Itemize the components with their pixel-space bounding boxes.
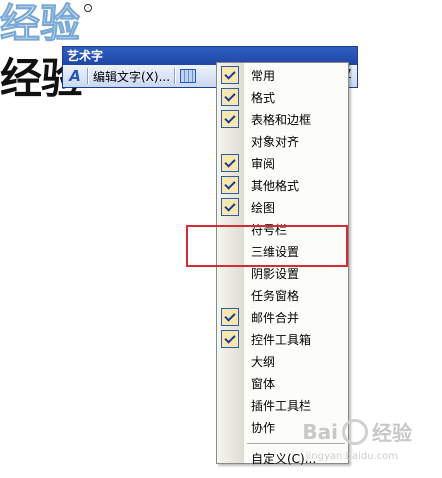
menu-item-label: 阴影设置 [251,267,300,281]
watermark-url: jingyan.baidu.com [305,451,398,462]
menu-item-label: 邮件合并 [251,311,300,325]
check-icon [221,66,239,84]
checkmark-glyph [224,199,236,212]
watermark-brand: Bai [302,419,338,444]
wordart-gallery-icon[interactable] [180,69,197,83]
menu-item-label: 协作 [251,421,276,435]
watermark-brand-suffix: 经验 [372,421,412,445]
baidu-watermark: Bai 经验 [302,417,412,446]
baidu-paw-icon [342,418,368,445]
wordart-outline-text: 经验 [0,1,81,47]
checkmark-glyph [224,155,236,168]
toolbar-separator [174,68,177,84]
screenshot-canvas: 经验 经验 艺术字 A 编辑文字(X)... AV 常用格式表格和边框对象对齐审… [0,0,442,478]
check-icon [221,198,239,216]
insert-wordart-icon[interactable]: A [67,67,83,85]
menu-item-label: 大纲 [251,355,276,369]
menu-item[interactable]: 常用 [217,64,348,86]
menu-item[interactable]: 其他格式 [217,174,348,196]
menu-item-label: 审阅 [251,157,276,171]
highlight-rectangle [186,225,348,267]
menu-item-label: 对象对齐 [251,135,300,149]
menu-item[interactable]: 任务窗格 [217,284,348,306]
menu-item-label: 窗体 [251,377,276,391]
wordart-handle-dot [84,4,92,12]
check-icon [221,176,239,194]
menu-item[interactable]: 窗体 [217,372,348,394]
check-icon [221,308,239,326]
check-icon [221,154,239,172]
toolbar-separator [87,68,89,84]
menu-item[interactable]: 邮件合并 [217,306,348,328]
menu-item[interactable]: 插件工具栏 [217,394,348,416]
menu-item[interactable]: 大纲 [217,350,348,372]
edit-text-button[interactable]: 编辑文字(X)... [93,68,170,85]
menu-item-label: 控件工具箱 [251,333,312,347]
checkmark-glyph [224,89,236,102]
menu-item-label: 表格和边框 [251,113,312,127]
menu-item-label: 插件工具栏 [251,399,312,413]
menu-item[interactable]: 格式 [217,86,348,108]
check-icon [221,110,239,128]
check-icon [221,88,239,106]
checkmark-glyph [224,331,236,344]
menu-item-label: 绘图 [251,201,276,215]
menu-item-label: 其他格式 [251,179,300,193]
checkmark-glyph [224,67,236,80]
menu-item-label: 任务窗格 [251,289,300,303]
menu-item-label: 常用 [251,69,276,83]
checkmark-glyph [224,111,236,124]
menu-item-label: 格式 [251,91,276,105]
check-icon [221,330,239,348]
menu-item[interactable]: 审阅 [217,152,348,174]
menu-item[interactable]: 表格和边框 [217,108,348,130]
menu-item[interactable]: 控件工具箱 [217,328,348,350]
checkmark-glyph [224,177,236,190]
menu-item[interactable]: 对象对齐 [217,130,348,152]
menu-item[interactable]: 绘图 [217,196,348,218]
checkmark-glyph [224,309,236,322]
